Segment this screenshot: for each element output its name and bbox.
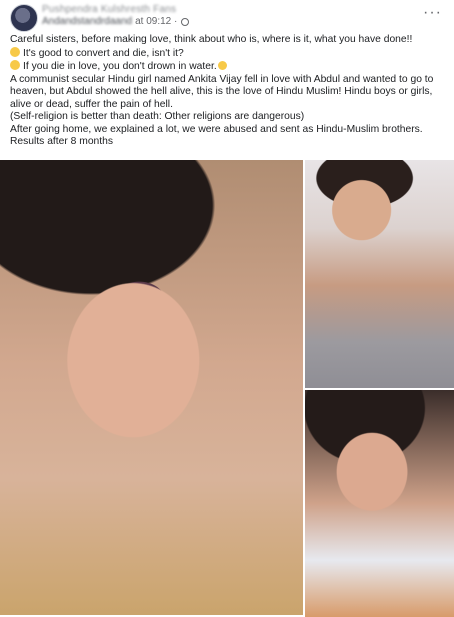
text-line: (Self-religion is better than death: Oth… <box>10 111 305 122</box>
text-line: It's good to convert and die, isn't it? <box>23 47 184 59</box>
photo-main[interactable] <box>0 160 303 615</box>
post-text: Careful sisters, before making love, thi… <box>10 34 446 149</box>
post-time[interactable]: at 09:12 · <box>135 16 177 27</box>
sunglasses-emoji-icon <box>10 46 20 57</box>
text-line: If you die in love, you don't drown in w… <box>23 61 217 72</box>
post-header: Pushpendra Kulshresth Fans Andandstandrd… <box>10 2 444 32</box>
profile-line[interactable]: Andandstandrdaand <box>42 16 132 27</box>
more-options-button[interactable]: ··· <box>423 4 442 22</box>
photo-grid <box>0 160 454 617</box>
author-name[interactable]: Pushpendra Kulshresth Fans <box>42 4 176 15</box>
facebook-post: Pushpendra Kulshresth Fans Andandstandrd… <box>0 0 454 617</box>
text-line: Results after 8 months <box>10 136 114 147</box>
post-meta: Andandstandrdaand at 09:12 · <box>42 16 190 27</box>
text-line: Careful sisters, before making love, thi… <box>10 34 413 45</box>
text-line: A communist secular Hindu girl named Ank… <box>10 73 437 110</box>
text-line: After going home, we explained a lot, we… <box>10 123 423 135</box>
author-avatar[interactable] <box>10 4 38 32</box>
photo-top-right[interactable] <box>305 160 454 388</box>
photo-bottom-right[interactable] <box>305 390 454 617</box>
globe-icon <box>181 17 190 26</box>
grinning-emoji-icon <box>10 60 20 70</box>
laughing-emoji-icon <box>217 61 227 70</box>
